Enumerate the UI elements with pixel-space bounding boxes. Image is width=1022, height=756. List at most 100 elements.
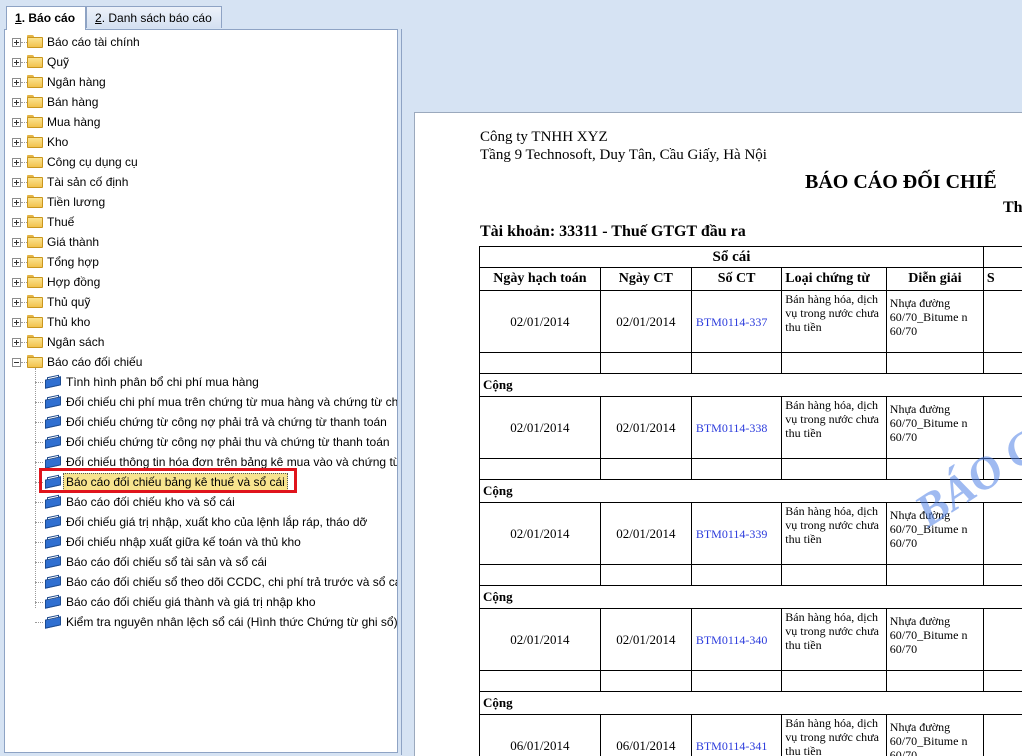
tree-folder[interactable]: Thuế <box>5 212 395 232</box>
tree-folder[interactable]: Tiền lương <box>5 192 395 212</box>
tree-connector <box>35 542 43 543</box>
tree-folder[interactable]: Báo cáo đối chiếu <box>5 352 395 372</box>
tree-folder[interactable]: Tổng hợp <box>5 252 395 272</box>
ledger-sum-row: Cộng <box>480 374 1022 397</box>
tree-report-item[interactable]: Báo cáo đối chiếu sổ theo dõi CCDC, chi … <box>5 572 395 592</box>
folder-icon <box>27 75 43 88</box>
tree-folder[interactable]: Báo cáo tài chính <box>5 32 395 52</box>
tree-folder-label: Thủ kho <box>47 312 90 332</box>
tab-reports-label: . Báo cáo <box>22 11 75 25</box>
expand-icon[interactable] <box>12 58 21 67</box>
folder-icon <box>27 55 43 68</box>
extra-cell <box>983 609 1022 671</box>
expand-icon[interactable] <box>12 238 21 247</box>
tree-folder-label: Hợp đồng <box>47 272 100 292</box>
tree-folder[interactable]: Ngân sách <box>5 332 395 352</box>
doc-type-cell: Bán hàng hóa, dịch vụ trong nước chưa th… <box>782 291 886 353</box>
expand-icon[interactable] <box>12 338 21 347</box>
tree-folder[interactable]: Thủ quỹ <box>5 292 395 312</box>
expand-icon[interactable] <box>12 218 21 227</box>
doc-no-link[interactable]: BTM0114-341 <box>691 715 781 756</box>
report-book-icon <box>45 496 61 508</box>
tree-report-item[interactable]: Đối chiếu chi phí mua trên chứng từ mua … <box>5 392 395 412</box>
tree-report-item[interactable]: Đối chiếu chứng từ công nợ phải thu và c… <box>5 432 395 452</box>
sum-label: Cộng <box>480 374 1022 397</box>
tree-report-label: Báo cáo đối chiếu sổ tài sản và sổ cái <box>66 552 267 572</box>
expand-icon[interactable] <box>12 298 21 307</box>
expand-icon[interactable] <box>12 138 21 147</box>
tab-report-list[interactable]: 2. Danh sách báo cáo <box>86 6 222 28</box>
tree-folder[interactable]: Kho <box>5 132 395 152</box>
folder-icon <box>27 135 43 148</box>
tree-folder-label: Báo cáo đối chiếu <box>47 352 142 372</box>
folder-icon <box>27 315 43 328</box>
report-book-icon <box>45 596 61 608</box>
expand-icon[interactable] <box>12 98 21 107</box>
tree-connector <box>35 442 43 443</box>
ledger-blank-row <box>480 671 1022 692</box>
doc-date-cell: 02/01/2014 <box>600 397 691 459</box>
tree-report-label: Báo cáo đối chiếu kho và sổ cái <box>66 492 235 512</box>
tree-folder[interactable]: Giá thành <box>5 232 395 252</box>
tree-report-item[interactable]: Đối chiếu giá trị nhập, xuất kho của lện… <box>5 512 395 532</box>
tree-folder[interactable]: Mua hàng <box>5 112 395 132</box>
tree-report-item[interactable]: Báo cáo đối chiếu giá thành và giá trị n… <box>5 592 395 612</box>
ledger-group-header: Sổ cái <box>480 247 984 268</box>
blank-cell <box>782 565 886 586</box>
doc-no-link[interactable]: BTM0114-340 <box>691 609 781 671</box>
ledger-row: 02/01/201402/01/2014BTM0114-340Bán hàng … <box>480 609 1022 671</box>
col-doc-no: Số CT <box>691 268 781 291</box>
tree-report-item[interactable]: Đối chiếu chứng từ công nợ phải trả và c… <box>5 412 395 432</box>
report-book-icon <box>45 576 61 588</box>
tree-report-item[interactable]: Tình hình phân bổ chi phí mua hàng <box>5 372 395 392</box>
tree-folder-label: Giá thành <box>47 232 99 252</box>
expand-icon[interactable] <box>12 178 21 187</box>
ledger-blank-row <box>480 565 1022 586</box>
tree-folder-label: Thuế <box>47 212 74 232</box>
doc-date-cell: 02/01/2014 <box>600 503 691 565</box>
tree-report-item[interactable]: Kiểm tra nguyên nhân lệch sổ cái (Hình t… <box>5 612 395 632</box>
blank-cell <box>691 671 781 692</box>
tree-report-item[interactable]: Báo cáo đối chiếu sổ tài sản và sổ cái <box>5 552 395 572</box>
expand-icon[interactable] <box>12 78 21 87</box>
collapse-icon[interactable] <box>12 358 21 367</box>
expand-icon[interactable] <box>12 318 21 327</box>
folder-icon <box>27 235 43 248</box>
doc-no-link[interactable]: BTM0114-339 <box>691 503 781 565</box>
tree-folder[interactable]: Tài sản cố định <box>5 172 395 192</box>
blank-cell <box>886 671 983 692</box>
tree-report-item[interactable]: Báo cáo đối chiếu kho và sổ cái <box>5 492 395 512</box>
blank-cell <box>480 565 601 586</box>
tree-report-item[interactable]: Đối chiếu nhập xuất giữa kế toán và thủ … <box>5 532 395 552</box>
expand-icon[interactable] <box>12 158 21 167</box>
tree-folder[interactable]: Thủ kho <box>5 312 395 332</box>
col-doc-date: Ngày CT <box>600 268 691 291</box>
blank-cell <box>983 565 1022 586</box>
tree-connector <box>35 622 43 623</box>
blank-cell <box>886 353 983 374</box>
sum-label: Cộng <box>480 586 1022 609</box>
tree-connector <box>35 402 43 403</box>
tree-folder[interactable]: Hợp đồng <box>5 272 395 292</box>
extra-cell <box>983 503 1022 565</box>
expand-icon[interactable] <box>12 198 21 207</box>
doc-no-link[interactable]: BTM0114-337 <box>691 291 781 353</box>
doc-no-link[interactable]: BTM0114-338 <box>691 397 781 459</box>
tree-report-label: Đối chiếu chứng từ công nợ phải trả và c… <box>66 412 387 432</box>
blank-cell <box>480 671 601 692</box>
expand-icon[interactable] <box>12 38 21 47</box>
expand-icon[interactable] <box>12 118 21 127</box>
blank-cell <box>691 353 781 374</box>
posting-date-cell: 02/01/2014 <box>480 609 601 671</box>
company-address: Tầng 9 Technosoft, Duy Tân, Cầu Giấy, Hà… <box>480 147 767 164</box>
tree-folder[interactable]: Ngân hàng <box>5 72 395 92</box>
expand-icon[interactable] <box>12 258 21 267</box>
tree-folder[interactable]: Công cụ dụng cụ <box>5 152 395 172</box>
folder-icon <box>27 355 43 368</box>
posting-date-cell: 06/01/2014 <box>480 715 601 756</box>
expand-icon[interactable] <box>12 278 21 287</box>
tab-reports[interactable]: 1. Báo cáo <box>6 6 86 30</box>
col-extra: S <box>983 268 1022 291</box>
tree-folder[interactable]: Quỹ <box>5 52 395 72</box>
tree-folder[interactable]: Bán hàng <box>5 92 395 112</box>
